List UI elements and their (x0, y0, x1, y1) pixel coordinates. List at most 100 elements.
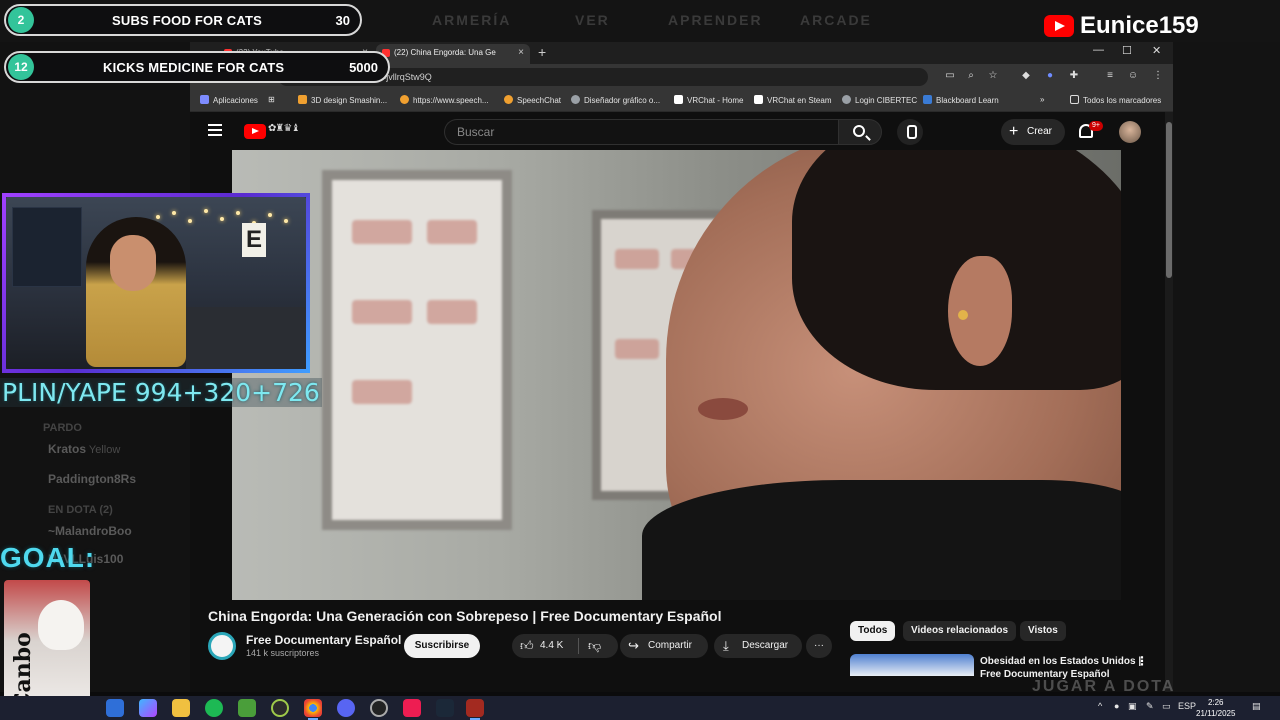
download-button[interactable]: ⤓ Descargar (714, 634, 802, 658)
cat-image (38, 600, 84, 650)
browser-tab-active[interactable]: (22) China Engorda: Una Ge × (376, 44, 530, 64)
chip-watched[interactable]: Vistos (1020, 621, 1066, 641)
cast-icon[interactable]: ▭ (944, 70, 956, 82)
file-explorer-icon[interactable] (172, 699, 190, 717)
video-frame (792, 150, 1121, 390)
bg-friend-item: Kratos Yellow (48, 442, 121, 456)
channel-avatar[interactable] (208, 632, 236, 660)
search-button[interactable] (838, 119, 882, 145)
bookmark-item[interactable]: https://www.speech... (400, 95, 489, 105)
letter-decor: E (242, 223, 266, 257)
pen-tray-icon[interactable]: ✎ (1146, 701, 1154, 712)
more-actions-button[interactable]: ··· (806, 634, 832, 658)
notification-badge: 9+ (1089, 121, 1103, 131)
steam-icon[interactable] (436, 699, 454, 717)
copilot-icon[interactable] (139, 699, 157, 717)
chip-related[interactable]: Videos relacionados (903, 621, 1017, 641)
bookmark-item[interactable]: SpeechChat (504, 95, 561, 105)
obs-icon[interactable] (271, 699, 289, 717)
goal-count: 12 (8, 54, 34, 80)
download-icon: ⤓ (723, 638, 729, 653)
close-tab-icon[interactable]: × (518, 44, 524, 62)
chrome-icon[interactable] (304, 699, 322, 720)
minecraft-icon[interactable] (238, 699, 256, 717)
channel-name[interactable]: Free Documentary Español (246, 633, 401, 647)
video-title: China Engorda: Una Generación con Sobrep… (208, 608, 722, 624)
scroll-thumb[interactable] (1166, 122, 1172, 278)
bookmark-item[interactable]: Login CIBERTEC (842, 95, 917, 105)
like-count[interactable]: 4.4 K (540, 634, 563, 658)
bookmark-favicon-icon (400, 95, 409, 104)
subscribe-button[interactable]: Suscribirse (404, 634, 480, 658)
create-button[interactable]: + Crear (1001, 119, 1065, 145)
voice-search-icon[interactable] (897, 119, 923, 145)
like-icon[interactable]: 👍︎ (520, 634, 534, 658)
payment-info: PLIN/YAPE 994+320+726 (0, 378, 322, 407)
clock[interactable]: 2:26 21/11/2025 (1196, 697, 1235, 719)
more-bookmarks-icon[interactable]: » (1040, 95, 1044, 104)
youtube-logo-icon (1044, 15, 1074, 37)
bookmark-favicon-icon (923, 95, 932, 104)
extension-icon[interactable]: ● (1044, 70, 1056, 82)
bookmark-item[interactable]: VRChat en Steam (754, 95, 831, 105)
recommended-thumbnail[interactable] (850, 654, 974, 676)
tray-chevron-icon[interactable]: ^ (1098, 701, 1102, 711)
tiktok-icon[interactable] (403, 699, 421, 717)
kebab-menu-icon[interactable]: ⋮ (1152, 70, 1164, 82)
apps-icon[interactable]: ⊞ (268, 95, 275, 104)
chip-todos[interactable]: Todos (850, 621, 896, 641)
account-avatar[interactable] (1119, 121, 1141, 143)
zoom-icon[interactable]: ⌕ (965, 70, 977, 82)
display-tray-icon[interactable]: ▣ (1128, 701, 1137, 712)
vpn-icon[interactable] (370, 699, 388, 717)
bookmark-item[interactable]: Blackboard Learn (923, 95, 999, 105)
dota-icon[interactable] (466, 699, 484, 720)
taskbar: ^ ● ▣ ✎ ▭ ESP 2:26 21/11/2025 ▤ (0, 696, 1280, 720)
background-side-panel (1173, 42, 1280, 692)
dislike-icon[interactable]: 👎︎ (588, 634, 601, 658)
bookmark-star-icon[interactable]: ☆ (987, 70, 999, 82)
youtube-logo-icon[interactable] (244, 124, 266, 139)
bg-nav-item: VER (575, 12, 610, 28)
profile-icon[interactable]: ☺ (1127, 70, 1139, 82)
maximize-icon[interactable]: ☐ (1122, 44, 1132, 57)
language-indicator[interactable]: ESP (1178, 701, 1196, 711)
all-bookmarks[interactable]: Todos los marcadores (1070, 95, 1161, 105)
play-dota-button[interactable]: JUGAR A DOTA (1032, 678, 1175, 696)
video-frame (322, 170, 512, 530)
video-frame (698, 398, 748, 420)
discord-icon[interactable] (337, 699, 355, 717)
goal-title: KICKS MEDICINE FOR CATS (103, 60, 285, 75)
bookmark-favicon-icon (842, 95, 851, 104)
mic-tray-icon[interactable]: ● (1114, 701, 1119, 711)
spotify-icon[interactable] (205, 699, 223, 717)
page-scrollbar[interactable] (1165, 112, 1173, 692)
bookmark-item[interactable]: VRChat - Home (674, 95, 743, 105)
minimize-icon[interactable]: — (1093, 44, 1104, 56)
search-input[interactable]: Buscar (444, 119, 838, 145)
notification-center-icon[interactable]: ▤ (1252, 701, 1261, 712)
extension-icon[interactable]: ◆ (1020, 70, 1032, 82)
video-frame (642, 480, 1121, 600)
media-control-icon[interactable]: ≡ (1104, 70, 1116, 82)
bookmark-favicon-icon (754, 95, 763, 104)
recommended-more-icon[interactable]: ⋮ (1136, 654, 1148, 668)
bookmark-item[interactable]: Aplicaciones (200, 95, 258, 105)
like-dislike-group: 👍︎ 4.4 K 👎︎ (512, 634, 618, 658)
network-tray-icon[interactable]: ▭ (1162, 701, 1171, 712)
bookmark-item[interactable]: Diseñador gráfico o... (571, 95, 660, 105)
extensions-puzzle-icon[interactable]: ✚ (1068, 70, 1080, 82)
video-player[interactable] (232, 150, 1121, 600)
goal-title: SUBS FOOD FOR CATS (112, 13, 262, 28)
share-button[interactable]: ↪ Compartir (620, 634, 708, 658)
cam-scene (186, 307, 306, 369)
youtube-header: ✿♜♛♝ Buscar + Crear 9+ (190, 112, 1165, 150)
bg-nav-item: APRENDER (668, 12, 763, 28)
kick-goal-bar: 12 KICKS MEDICINE FOR CATS 5000 (4, 51, 390, 83)
bookmark-item[interactable]: 3D design Smashin... (298, 95, 387, 105)
streamer-name: Eunice159 (1080, 12, 1199, 39)
mail-app-icon[interactable] (106, 699, 124, 717)
menu-icon[interactable] (208, 124, 222, 136)
new-tab-icon[interactable]: + (538, 44, 546, 60)
close-window-icon[interactable]: ✕ (1152, 44, 1161, 57)
